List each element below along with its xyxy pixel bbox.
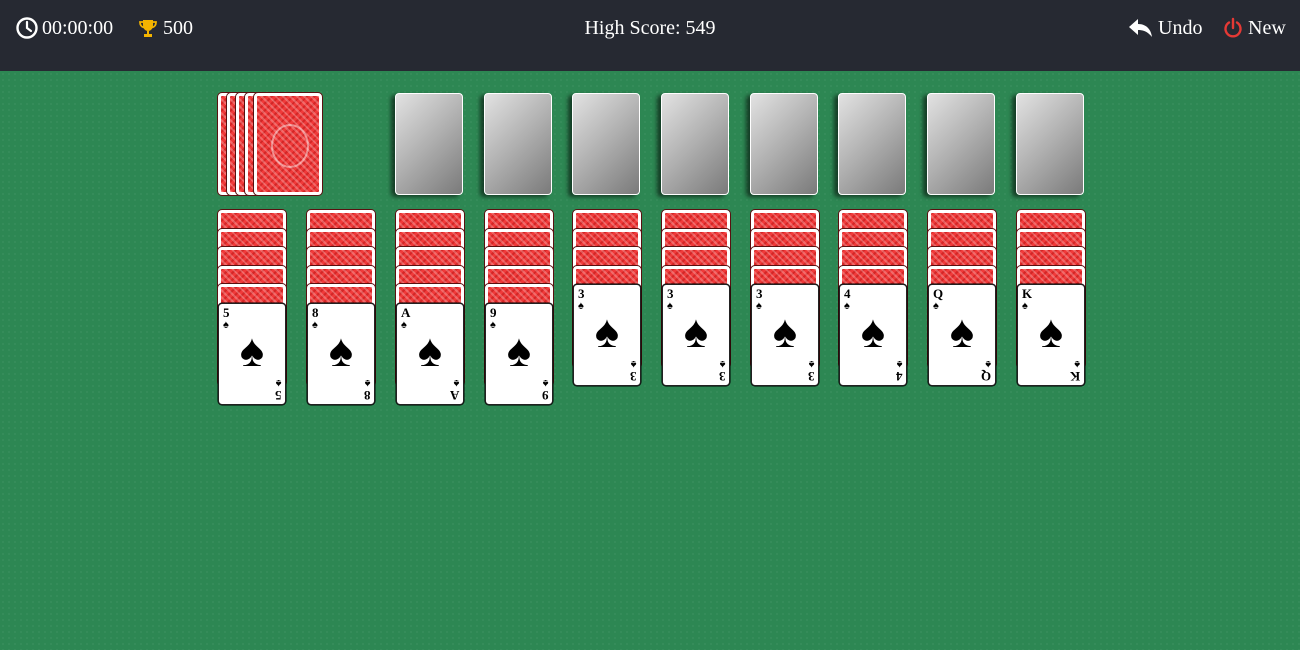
foundation-slot[interactable] <box>1016 93 1084 195</box>
high-score: High Score: 549 <box>584 16 716 39</box>
card-rank: A <box>401 304 411 320</box>
spade-icon: ♠ <box>594 306 620 357</box>
foundation-slot[interactable] <box>484 93 552 195</box>
card-rank: K <box>1069 369 1080 384</box>
playing-card[interactable]: 3 ♠ ♠ 3 ♠ <box>662 284 730 386</box>
card-corner: A ♠ <box>449 376 459 403</box>
foundation-slot[interactable] <box>395 93 463 195</box>
card-rank: 4 <box>844 286 851 301</box>
foundation-slot[interactable] <box>927 93 995 195</box>
new-label: New <box>1248 16 1286 39</box>
card-rank: A <box>449 387 459 403</box>
spade-icon: ♠ <box>417 324 443 376</box>
new-game-button[interactable]: New <box>1222 16 1286 40</box>
spade-icon: ♠ <box>364 376 370 389</box>
playing-card[interactable]: 3 ♠ ♠ 3 ♠ <box>573 284 641 386</box>
card-corner: 3 ♠ <box>629 358 637 384</box>
spade-icon: ♠ <box>985 358 991 370</box>
card-rank: Q <box>933 286 944 301</box>
card-corner: 5 ♠ <box>274 376 282 403</box>
foundation-slot[interactable] <box>750 93 818 195</box>
spade-icon: ♠ <box>949 306 975 357</box>
card-rank: K <box>1022 286 1033 301</box>
undo-button[interactable]: Undo <box>1128 16 1202 40</box>
card-corner: 4 ♠ <box>895 358 903 384</box>
card-rank: 3 <box>578 286 585 301</box>
playing-card[interactable]: 9 ♠ ♠ 9 ♠ <box>485 302 553 405</box>
foundation-slot[interactable] <box>661 93 729 195</box>
card-corner: 3 ♠ <box>718 358 726 384</box>
spade-icon: ♠ <box>772 306 798 357</box>
spade-icon: ♠ <box>719 358 725 370</box>
game-table: 5 ♠ ♠ 5 ♠ 8 ♠ ♠ 8 ♠ A ♠ ♠ A ♠ 9 ♠ ♠ 9 ♠ 3 ♠ ♠ 3 ♠ 3 ♠ ♠ 3 ♠ 3 ♠ ♠ 3 ♠ 4 ♠ ♠ 4 ♠… <box>0 71 1300 650</box>
card-rank: 3 <box>667 286 674 301</box>
spade-icon: ♠ <box>860 306 886 357</box>
spade-icon: ♠ <box>275 376 281 389</box>
card-corner: 3 ♠ <box>807 358 815 384</box>
playing-card[interactable]: K ♠ ♠ K ♠ <box>1017 284 1085 386</box>
spade-icon: ♠ <box>683 306 709 357</box>
spade-icon: ♠ <box>1038 306 1064 357</box>
power-icon <box>1224 17 1242 38</box>
spade-icon: ♠ <box>453 376 459 389</box>
card-corner: K ♠ <box>1069 358 1080 384</box>
undo-label: Undo <box>1158 16 1203 39</box>
spade-icon: ♠ <box>1074 358 1080 370</box>
foundation-slot[interactable] <box>572 93 640 195</box>
playing-card[interactable]: 8 ♠ ♠ 8 ♠ <box>307 302 375 405</box>
card-rank: 3 <box>718 369 726 384</box>
card-rank: 3 <box>756 286 763 301</box>
card-corner: Q ♠ <box>980 358 991 384</box>
card-rank: 5 <box>274 387 282 403</box>
playing-card[interactable]: A ♠ ♠ A ♠ <box>396 302 464 405</box>
card-rank: 4 <box>895 369 903 384</box>
spade-icon: ♠ <box>328 324 354 376</box>
playing-card[interactable]: 5 ♠ ♠ 5 ♠ <box>218 302 286 405</box>
stock-card[interactable] <box>254 93 322 195</box>
spade-icon: ♠ <box>239 324 265 376</box>
spade-icon: ♠ <box>808 358 814 370</box>
foundation-slot[interactable] <box>838 93 906 195</box>
card-rank: Q <box>980 369 991 384</box>
card-rank: 3 <box>807 369 815 384</box>
spade-icon: ♠ <box>542 376 548 389</box>
playing-card[interactable]: 4 ♠ ♠ 4 ♠ <box>839 284 907 386</box>
card-rank: 5 <box>223 304 230 320</box>
card-corner: 8 ♠ <box>363 376 371 403</box>
undo-arrow-icon <box>1129 19 1152 37</box>
card-rank: 9 <box>490 304 497 320</box>
card-rank: 8 <box>312 304 319 320</box>
playing-card[interactable]: Q ♠ ♠ Q ♠ <box>928 284 996 386</box>
spade-icon: ♠ <box>896 358 902 370</box>
top-bar: 00:00:00 500 High Score: 549 Undo New <box>0 0 1300 71</box>
card-rank: 9 <box>541 387 549 403</box>
card-corner: 9 ♠ <box>541 376 549 403</box>
playing-card[interactable]: 3 ♠ ♠ 3 ♠ <box>751 284 819 386</box>
spade-icon: ♠ <box>506 324 532 376</box>
spade-icon: ♠ <box>630 358 636 370</box>
card-rank: 8 <box>363 387 371 403</box>
card-rank: 3 <box>629 369 637 384</box>
